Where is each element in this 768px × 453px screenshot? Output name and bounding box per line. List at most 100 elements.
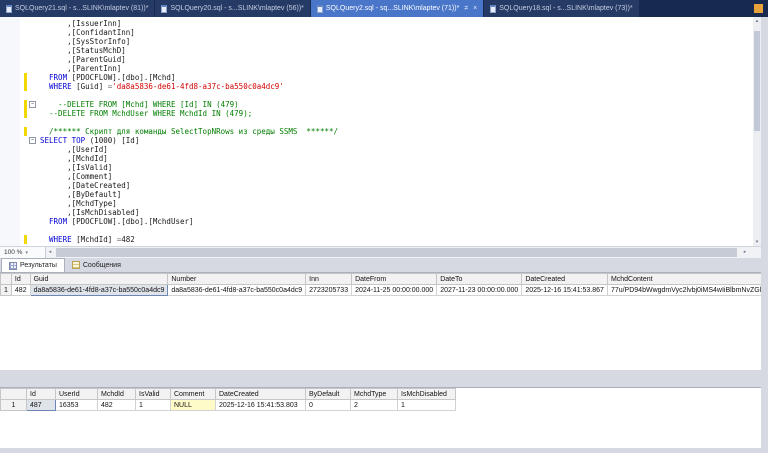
scroll-right-icon[interactable]: ▸	[741, 247, 749, 258]
zoom-level: 100 %	[4, 249, 23, 256]
code-line[interactable]: ,[MchdId]	[0, 154, 753, 163]
grid-cell[interactable]: NULL	[170, 399, 216, 411]
grid-cell[interactable]: 2025-12-16 15:41:53.867	[521, 284, 608, 296]
grid-cell[interactable]: 2027-11-23 00:00:00.000	[436, 284, 523, 296]
code-line[interactable]	[0, 91, 753, 100]
editor-horizontal-scrollbar[interactable]: ◂ ▸	[46, 247, 761, 258]
code-line[interactable]: ,[StatusMchD]	[0, 46, 753, 55]
code-line[interactable]: ,[SysStorInfo]	[0, 37, 753, 46]
grid-corner[interactable]	[0, 388, 27, 400]
scroll-up-icon[interactable]: ▴	[753, 17, 761, 25]
grid-cell[interactable]: da8a5836-de61-4fd8-a37c-ba550c0a4dc9	[167, 284, 307, 296]
code-text: ,[ConfidantInn]	[40, 28, 135, 37]
grid-column-header[interactable]: DateTo	[436, 273, 523, 285]
pin-icon[interactable]: ≠	[464, 5, 468, 12]
vertical-scroll-thumb[interactable]	[754, 31, 760, 131]
document-tab-label: SQLQuery18.sql - s...SLINK\mlaptev (73))…	[499, 5, 633, 12]
document-tab[interactable]: SQLQuery18.sql - s...SLINK\mlaptev (73))…	[484, 0, 639, 17]
grid-column-header[interactable]: Comment	[170, 388, 216, 400]
results-grid-1: Id Guid Number Inn DateFrom DateTo DateCreated…	[0, 273, 761, 296]
code-text: ,[IsValid]	[40, 163, 112, 172]
grid-cell[interactable]: 482	[97, 399, 136, 411]
grid-cell[interactable]: 487	[26, 399, 56, 411]
row-header[interactable]: 1	[0, 399, 27, 411]
zoom-control[interactable]: 100 % ▾	[0, 247, 46, 258]
grid-cell[interactable]: 2025-12-16 15:41:53.803	[215, 399, 306, 411]
document-tab[interactable]: SQLQuery21.sql - s...SLINK\mlaptev (81))…	[0, 0, 155, 17]
code-line[interactable]	[0, 118, 753, 127]
grid-column-header[interactable]: Number	[167, 273, 307, 285]
grid-cell[interactable]: 2024-11-25 00:00:00.000	[351, 284, 438, 296]
code-line[interactable]: ,[IssuerInn]	[0, 19, 753, 28]
code-line[interactable]: ,[ConfidantInn]	[0, 28, 753, 37]
code-token: ,[MchdType]	[40, 199, 117, 208]
grid-corner[interactable]	[0, 273, 12, 285]
grid-column-header[interactable]: IsValid	[135, 388, 171, 400]
grid-column-header[interactable]: DateFrom	[351, 273, 438, 285]
horizontal-scroll-thumb[interactable]	[56, 248, 737, 257]
code-line[interactable]: WHERE [Guid] ='da8a5836-de61-4fd8-a37c-b…	[0, 82, 753, 91]
code-line[interactable]: FROM [PDOCFLOW].[dbo].[MchdUser]	[0, 217, 753, 226]
code-line[interactable]: /****** Скрипт для команды SelectTopNRow…	[0, 127, 753, 136]
results-tab[interactable]: Сообщения	[65, 258, 128, 272]
grid-cell[interactable]: 482	[10, 284, 31, 296]
code-token: ,[IsMchDisabled]	[40, 208, 140, 217]
grid-column-header[interactable]: MchdId	[97, 388, 136, 400]
scroll-left-icon[interactable]: ◂	[46, 247, 54, 258]
grid-cell[interactable]: 2	[350, 399, 398, 411]
grid-cell[interactable]: 1	[397, 399, 456, 411]
grid-cell[interactable]: 16353	[55, 399, 98, 411]
code-line[interactable]: WHERE [MchdId] =482	[0, 235, 753, 244]
grid-column-header[interactable]: ByDefault	[305, 388, 351, 400]
row-header[interactable]: 1	[0, 284, 12, 296]
results-splitter[interactable]	[0, 370, 768, 387]
grid-column-header[interactable]: UserId	[55, 388, 98, 400]
status-indicator-icon[interactable]	[754, 4, 763, 13]
grid-column-header[interactable]: DateCreated	[215, 388, 306, 400]
code-text: ,[ByDefault]	[40, 190, 121, 199]
document-tab-label: SQLQuery2.sql - sq...SLINK\mlaptev (71))…	[325, 5, 460, 12]
close-icon[interactable]: ×	[473, 5, 477, 12]
code-line[interactable]: − SELECT TOP (1000) [Id]	[0, 136, 753, 145]
code-line[interactable]: ,[DateCreated]	[0, 181, 753, 190]
grid-column-header[interactable]: Id	[10, 273, 31, 285]
grid-cell[interactable]: 2723205733	[305, 284, 353, 296]
fold-collapse-icon[interactable]: −	[29, 101, 36, 108]
code-line[interactable]: − --DELETE FROM [Mchd] WHERE [Id] IN (47…	[0, 100, 753, 109]
code-line[interactable]: FROM [PDOCFLOW].[dbo].[Mchd]	[0, 73, 753, 82]
grid-column-header[interactable]: DateCreated	[521, 273, 608, 285]
code-line[interactable]	[0, 226, 753, 235]
code-line[interactable]: ,[IsMchDisabled]	[0, 208, 753, 217]
code-line[interactable]: ,[MchdType]	[0, 199, 753, 208]
grid-column-header[interactable]: Guid	[29, 273, 169, 285]
code-line[interactable]: ,[ParentGuid]	[0, 55, 753, 64]
code-text: SELECT TOP (1000) [Id]	[40, 136, 139, 145]
fold-collapse-icon[interactable]: −	[29, 137, 36, 144]
code-line[interactable]: ,[ParentInn]	[0, 64, 753, 73]
sql-editor[interactable]: ,[IssuerInn] ,[ConfidantInn] ,[SysStorIn…	[0, 17, 753, 246]
code-line[interactable]: --DELETE FROM MchdUser WHERE MchdId IN (…	[0, 109, 753, 118]
grid-cell[interactable]: 0	[305, 399, 351, 411]
code-line[interactable]: ,[Comment]	[0, 172, 753, 181]
code-line[interactable]: ,[ByDefault]	[0, 190, 753, 199]
document-tab[interactable]: SQLQuery2.sql - sq...SLINK\mlaptev (71))…	[310, 0, 484, 17]
code-token: ,[MchdId]	[40, 154, 108, 163]
grid-cell[interactable]: 1	[135, 399, 171, 411]
scroll-down-icon[interactable]: ▾	[753, 238, 761, 246]
grid-column-header[interactable]: MchdContent	[606, 273, 761, 285]
grid-column-header[interactable]: Id	[26, 388, 56, 400]
grid-column-header[interactable]: MchdType	[350, 388, 398, 400]
document-tab[interactable]: SQLQuery20.sql - s...SLINK\mlaptev (56))…	[155, 0, 310, 17]
code-line[interactable]: ,[UserId]	[0, 145, 753, 154]
results-tab[interactable]: Результаты	[1, 258, 65, 272]
code-text: WHERE [MchdId] =482	[40, 235, 135, 244]
code-text: ,[MchdId]	[40, 154, 108, 163]
code-line[interactable]: ,[IsValid]	[0, 163, 753, 172]
grid-column-header[interactable]: Inn	[305, 273, 353, 285]
grid-column-header[interactable]: IsMchDisabled	[397, 388, 456, 400]
grid-cell[interactable]: da8a5836-de61-4fd8-a37c-ba550c0a4dc9	[29, 284, 169, 296]
grid-cell[interactable]: 77u/PD94bWwgdmVyc2lvbj0iMS4wIiBlbmNvZGlu…	[606, 284, 761, 296]
editor-vertical-scrollbar[interactable]: ▴ ▾	[753, 17, 761, 246]
code-text: ,[Comment]	[40, 172, 112, 181]
caret-down-icon: ▾	[25, 249, 28, 256]
